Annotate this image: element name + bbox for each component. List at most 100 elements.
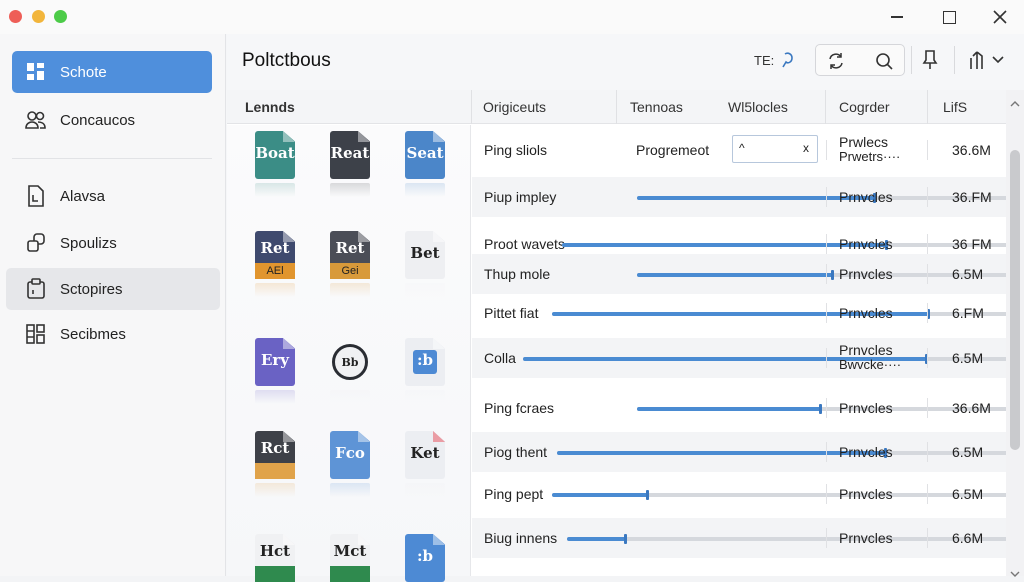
thumbnail-reflection [405,283,445,297]
column-header[interactable]: Lennds [245,99,295,115]
file-thumbnail[interactable]: Hct [255,534,295,582]
file-thumbnail[interactable]: Boat [255,131,295,179]
file-type: Prwlecs [839,134,889,150]
scrollbar-thumb[interactable] [1010,150,1020,450]
file-size: 36.6M [952,400,991,416]
table-row[interactable]: Ping pept Prnvcles 6.5M [472,474,1024,514]
file-name: Proot wavets [484,236,565,252]
file-thumbnail[interactable]: Ket [405,431,445,479]
table-row[interactable]: Colla Prnvcles Bwvcke···· 6.5M [472,338,1024,378]
cell-divider [927,442,928,462]
vertical-scrollbar[interactable] [1006,90,1024,577]
file-name: Piog thent [484,444,548,460]
column-header[interactable]: LifS [943,99,967,115]
column-divider[interactable] [471,90,472,124]
table-row[interactable]: Piup impley Prnvcles 36.FM [472,177,1024,217]
file-thumbnail[interactable]: Seat [405,131,445,179]
thumbnail-label: Ery [260,351,290,369]
thumbnail-reflection [255,390,295,404]
progress-fill [637,273,833,277]
close-icon[interactable] [983,4,1017,30]
cell-divider [927,528,928,548]
column-header[interactable]: Origiceuts [483,99,546,115]
thumbnail-label: Bet [410,244,440,262]
sidebar-item-label: Spoulizs [60,234,117,252]
file-thumbnail[interactable]: AEl Ret [255,231,295,279]
minimize-traffic-light[interactable] [32,10,45,23]
zoom-traffic-light[interactable] [54,10,67,23]
sidebar-item-alavsa[interactable]: Alavsa [12,175,212,217]
table-row[interactable]: Pittet fiat Prnvcles 6.FM [472,293,1024,333]
table-row[interactable]: Piog thent Prnvcles 6.5M [472,432,1024,472]
file-band [330,566,370,582]
table-row[interactable]: Biug innens Prnvcles 6.6M [472,518,1024,558]
file-name: Colla [484,350,516,366]
progress-knob[interactable] [646,490,649,500]
thumbnail-reflection [255,483,295,497]
file-thumbnail[interactable]: Rct [255,431,295,479]
sidebar-item-sctopires[interactable]: Sctopires [6,268,220,310]
table-row[interactable]: Ping fcraes Prnvcles 36.6M [472,388,1024,428]
file-thumbnail[interactable]: :b [405,338,445,386]
file-type: Prnvcles [839,189,893,205]
share-icon[interactable] [967,49,987,71]
minimize-icon[interactable] [880,4,914,30]
cell-divider [927,264,928,284]
search-box[interactable] [815,44,905,76]
file-thumbnail[interactable]: Reat [330,131,370,179]
column-divider[interactable] [616,90,617,124]
search-icon[interactable] [874,51,894,71]
sidebar-item-concaucos[interactable]: Concaucos [12,99,212,141]
cell-divider [826,140,827,160]
inline-edit-field[interactable]: ^ x [732,135,818,163]
progress-fill [557,451,886,455]
column-header[interactable]: Wl5locles [728,99,788,115]
sidebar-item-spoulizs[interactable]: Spoulizs [12,222,212,264]
sidebar-item-secibmes[interactable]: Secibmes [12,313,212,355]
cell-divider [927,348,928,368]
refresh-icon[interactable] [826,51,846,71]
main-panel: Poltctbous TE: Lennds Origiceuts Tennoas… [227,34,1024,582]
column-header[interactable]: Cogrder [839,99,890,115]
file-thumbnail[interactable]: Bet [405,231,445,279]
sidebar-item-schote[interactable]: Schote [12,51,212,93]
clear-icon[interactable]: x [803,141,809,155]
file-name: Ping pept [484,486,544,502]
thumbnail-reflection [405,183,445,197]
file-type: Prnvcles [839,266,893,282]
scroll-up-icon[interactable] [1010,94,1020,110]
close-traffic-light[interactable] [9,10,22,23]
column-divider[interactable] [927,90,928,124]
scroll-down-icon[interactable] [1010,564,1020,580]
grid-icon [24,322,48,346]
thumbnail-label: Ret [260,239,290,257]
file-thumbnail[interactable]: Mct [330,534,370,582]
files-table: Lennds Origiceuts Tennoas Wl5locles Cogr… [227,90,1024,582]
file-thumbnail[interactable]: Bb [330,338,370,386]
file-thumbnail[interactable]: Ery [255,338,295,386]
maximize-icon[interactable] [932,4,966,30]
file-type: Prnvcles [839,236,893,252]
thumbnail-reflection [330,283,370,297]
file-thumbnail[interactable]: :b [405,534,445,582]
cell-divider [927,234,928,254]
column-divider[interactable] [825,90,826,124]
progress-knob[interactable] [624,534,627,544]
progress-knob[interactable] [831,270,834,280]
table-row[interactable]: Thup mole Prnvcles 6.5M [472,254,1024,294]
file-thumbnail[interactable]: Gei Ret [330,231,370,279]
cell-divider [826,528,827,548]
file-size: 6.6M [952,530,984,546]
toolbar-divider [911,46,912,74]
file-name: Biug innens [484,530,558,546]
key-icon[interactable] [780,52,796,68]
sidebar-item-label: Concaucos [60,111,136,129]
pin-icon[interactable] [920,49,940,71]
thumbnail-label: Ret [335,239,365,257]
file-size: 6.5M [952,444,984,460]
shapes-icon [24,231,48,255]
file-thumbnail[interactable]: Fco [330,431,370,479]
chevron-down-icon[interactable] [991,54,1005,66]
column-header[interactable]: Tennoas [630,99,683,115]
progress-knob[interactable] [819,404,822,414]
